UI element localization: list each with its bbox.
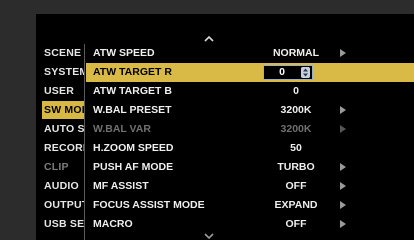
submenu-arrow-icon (340, 106, 346, 114)
tab-audio[interactable]: AUDIO (44, 177, 84, 195)
up-down-arrows-icon[interactable] (301, 67, 310, 78)
menu-item-focus-assist-mode[interactable]: FOCUS ASSIST MODE EXPAND (86, 196, 414, 215)
category-tabs: SCENE SYSTEM USER SW MODE AUTO SW RECORD… (36, 44, 84, 240)
menu-item-push-af-mode[interactable]: PUSH AF MODE TURBO (86, 158, 414, 177)
submenu-arrow-icon (340, 163, 346, 171)
item-label: H.ZOOM SPEED (93, 142, 174, 154)
spinbox-value: 0 (279, 66, 285, 78)
tab-sw-mode[interactable]: SW MODE (42, 101, 84, 119)
item-label: PUSH AF MODE (93, 161, 174, 173)
submenu-arrow-icon (340, 182, 346, 190)
submenu-arrow-icon (340, 220, 346, 228)
item-label: MF ASSIST (93, 180, 149, 192)
item-label: MACRO (93, 218, 133, 230)
item-value: 3200K (280, 123, 312, 135)
item-label: W.BAL PRESET (93, 104, 172, 116)
tab-output[interactable]: OUTPUT (44, 196, 84, 214)
submenu-arrow-icon (340, 201, 346, 209)
item-label: W.BAL VAR (93, 123, 151, 135)
menu-item-atw-target-b[interactable]: ATW TARGET B 0 (86, 82, 414, 101)
menu-item-atw-target-r[interactable]: ATW TARGET R 0 (86, 63, 414, 82)
camera-menu-screen: SCENE SYSTEM USER SW MODE AUTO SW RECORD… (0, 0, 414, 240)
item-value: TURBO (277, 161, 315, 173)
item-value: 0 (293, 85, 299, 97)
item-value: 50 (290, 142, 302, 154)
tab-clip[interactable]: CLIP (44, 158, 84, 176)
item-value: OFF (285, 218, 307, 230)
item-label: ATW TARGET B (93, 85, 172, 97)
menu-item-mf-assist[interactable]: MF ASSIST OFF (86, 177, 414, 196)
tab-recording[interactable]: RECORDING (44, 139, 84, 157)
item-value: EXPAND (274, 199, 318, 211)
submenu-arrow-icon (340, 49, 346, 57)
item-label: ATW SPEED (93, 47, 155, 59)
menu-item-wbal-preset[interactable]: W.BAL PRESET 3200K (86, 101, 414, 120)
tab-divider (84, 44, 85, 240)
submenu-arrow-icon (340, 125, 346, 133)
menu-item-wbal-var[interactable]: W.BAL VAR 3200K (86, 120, 414, 139)
menu-item-macro[interactable]: MACRO OFF (86, 215, 414, 234)
item-value: NORMAL (272, 47, 320, 59)
chevron-down-icon[interactable] (203, 232, 215, 240)
item-value: OFF (285, 180, 307, 192)
tab-scene[interactable]: SCENE (44, 44, 84, 62)
tab-usb-setup[interactable]: USB SETUP (44, 215, 84, 233)
menu-item-h-zoom-speed[interactable]: H.ZOOM SPEED 50 (86, 139, 414, 158)
item-label: FOCUS ASSIST MODE (93, 199, 205, 211)
tab-user[interactable]: USER (44, 82, 84, 100)
item-label: ATW TARGET R (93, 66, 172, 78)
chevron-up-icon[interactable] (203, 35, 215, 43)
tab-system[interactable]: SYSTEM (44, 63, 84, 81)
menu-item-atw-speed[interactable]: ATW SPEED NORMAL (86, 44, 414, 63)
tab-auto-sw[interactable]: AUTO SW (44, 120, 84, 138)
value-spinbox[interactable]: 0 (263, 65, 313, 80)
item-value: 3200K (280, 104, 312, 116)
